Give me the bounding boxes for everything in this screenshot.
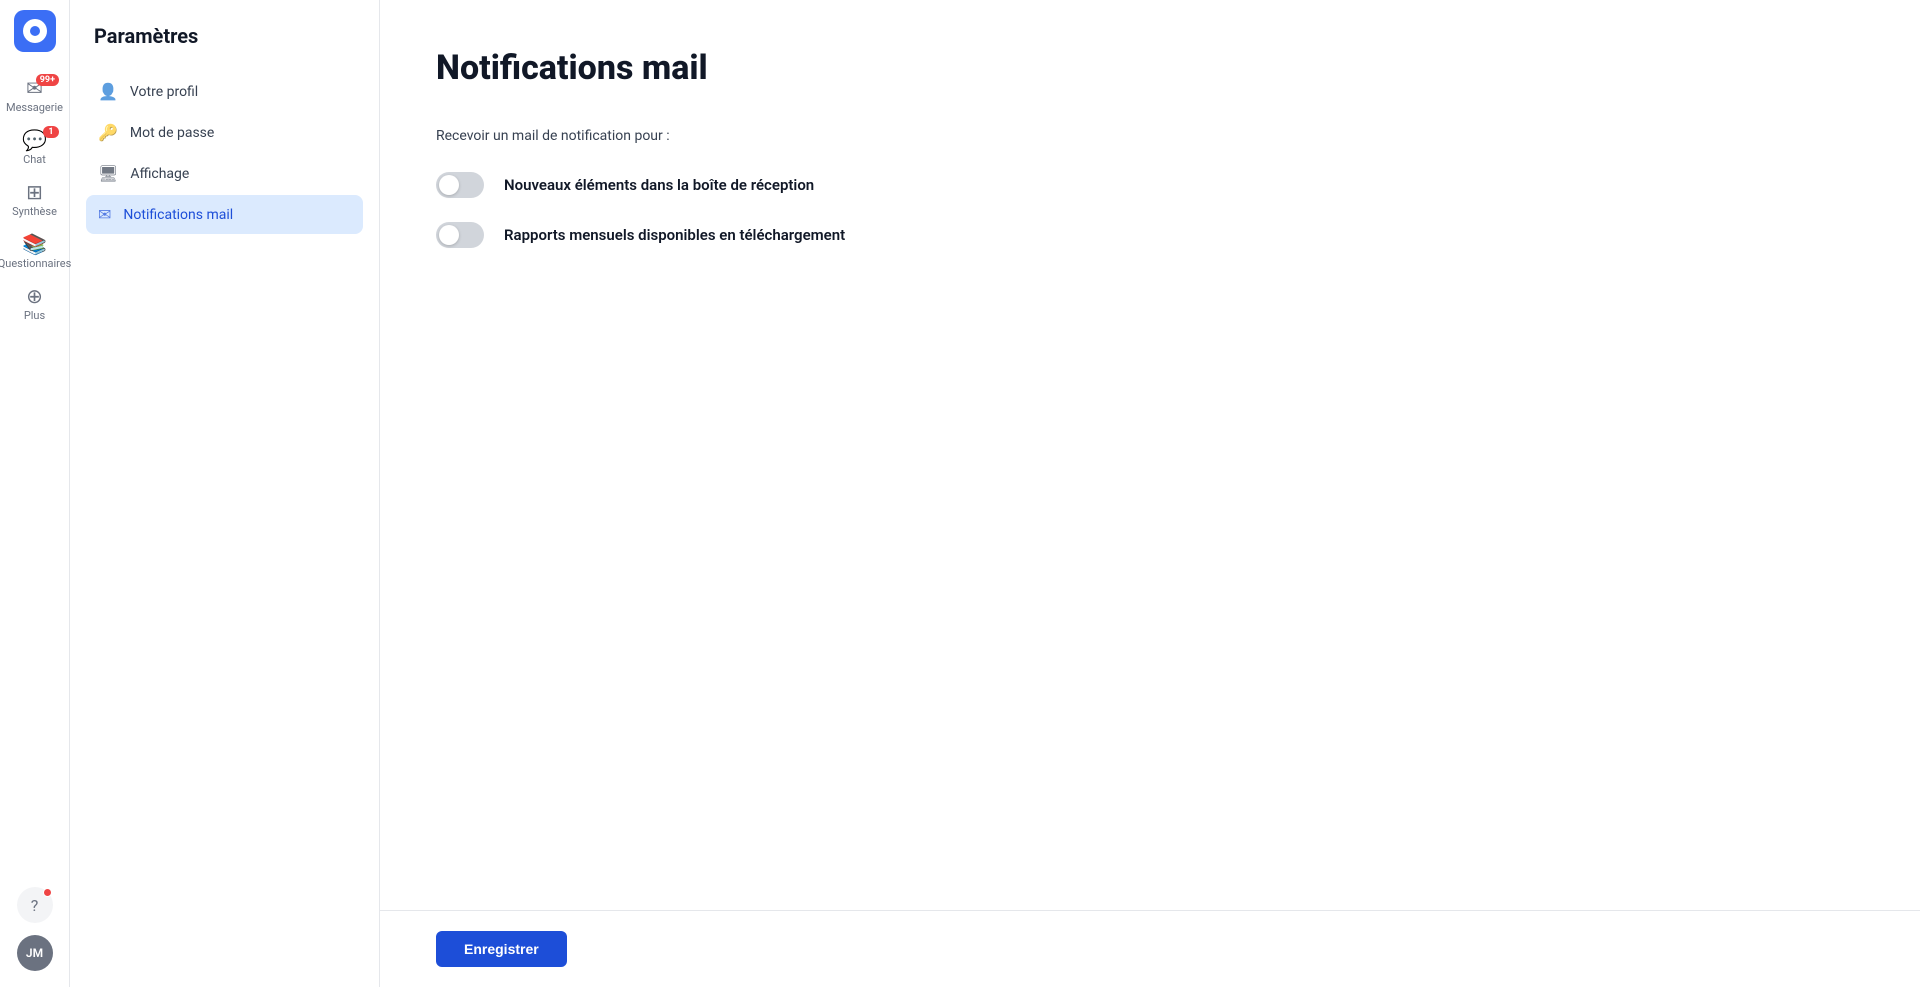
messagerie-label: Messagerie (6, 101, 63, 114)
nav-item-messagerie[interactable]: 99+ ✉ Messagerie (0, 70, 69, 122)
messagerie-badge: 99+ (36, 74, 59, 86)
save-button[interactable]: Enregistrer (436, 931, 567, 967)
menu-item-password[interactable]: 🔑 Mot de passe (86, 113, 363, 152)
menu-label-profil: Votre profil (130, 84, 198, 100)
main-content: Notifications mail Recevoir un mail de n… (380, 0, 1920, 987)
toggle-row-reports: Rapports mensuels disponibles en télécha… (436, 222, 1864, 248)
notifications-icon: ✉ (98, 205, 111, 224)
profil-icon: 👤 (98, 82, 118, 101)
description: Recevoir un mail de notification pour : (436, 128, 1864, 144)
settings-title: Paramètres (86, 24, 363, 48)
toggle-row-inbox: Nouveaux éléments dans la boîte de récep… (436, 172, 1864, 198)
toggle-reports-knob (439, 225, 459, 245)
plus-label: Plus (24, 309, 45, 322)
nav-item-plus[interactable]: ⊕ Plus (0, 278, 69, 330)
app-logo[interactable] (14, 10, 56, 52)
nav-bottom: ? JM (17, 887, 53, 987)
questionnaires-icon: 📚 (22, 234, 47, 254)
plus-icon: ⊕ (26, 286, 43, 306)
toggle-inbox[interactable] (436, 172, 484, 198)
toggle-inbox-track (436, 172, 484, 198)
toggle-reports[interactable] (436, 222, 484, 248)
footer-bar: Enregistrer (380, 910, 1920, 987)
user-avatar[interactable]: JM (17, 935, 53, 971)
icon-nav: 99+ ✉ Messagerie 1 💬 Chat ⊞ Synthèse 📚 Q… (0, 0, 70, 987)
page-title: Notifications mail (436, 48, 1864, 88)
nav-item-synthese[interactable]: ⊞ Synthèse (0, 174, 69, 226)
menu-item-notifications[interactable]: ✉ Notifications mail (86, 195, 363, 234)
nav-item-chat[interactable]: 1 💬 Chat (0, 122, 69, 174)
help-button[interactable]: ? (17, 887, 53, 923)
affichage-icon: 🖥 (98, 164, 118, 183)
chat-label: Chat (23, 153, 46, 166)
help-notification-dot (43, 888, 52, 897)
password-icon: 🔑 (98, 123, 118, 142)
chat-badge: 1 (43, 126, 59, 138)
menu-item-affichage[interactable]: 🖥 Affichage (86, 154, 363, 193)
toggle-reports-label: Rapports mensuels disponibles en télécha… (504, 226, 845, 244)
synthese-label: Synthèse (12, 205, 57, 218)
menu-item-profil[interactable]: 👤 Votre profil (86, 72, 363, 111)
logo-inner (23, 19, 47, 43)
nav-item-questionnaires[interactable]: 📚 Questionnaires (0, 226, 69, 278)
toggle-reports-track (436, 222, 484, 248)
toggle-inbox-knob (439, 175, 459, 195)
menu-label-password: Mot de passe (130, 125, 214, 141)
settings-sidebar: Paramètres 👤 Votre profil 🔑 Mot de passe… (70, 0, 380, 987)
logo-dot (30, 26, 40, 36)
menu-label-affichage: Affichage (130, 166, 189, 182)
questionnaires-label: Questionnaires (0, 257, 71, 270)
menu-label-notifications: Notifications mail (123, 207, 233, 223)
toggle-inbox-label: Nouveaux éléments dans la boîte de récep… (504, 176, 814, 194)
help-icon: ? (31, 896, 39, 915)
avatar-initials: JM (26, 946, 43, 960)
synthese-icon: ⊞ (26, 182, 43, 202)
